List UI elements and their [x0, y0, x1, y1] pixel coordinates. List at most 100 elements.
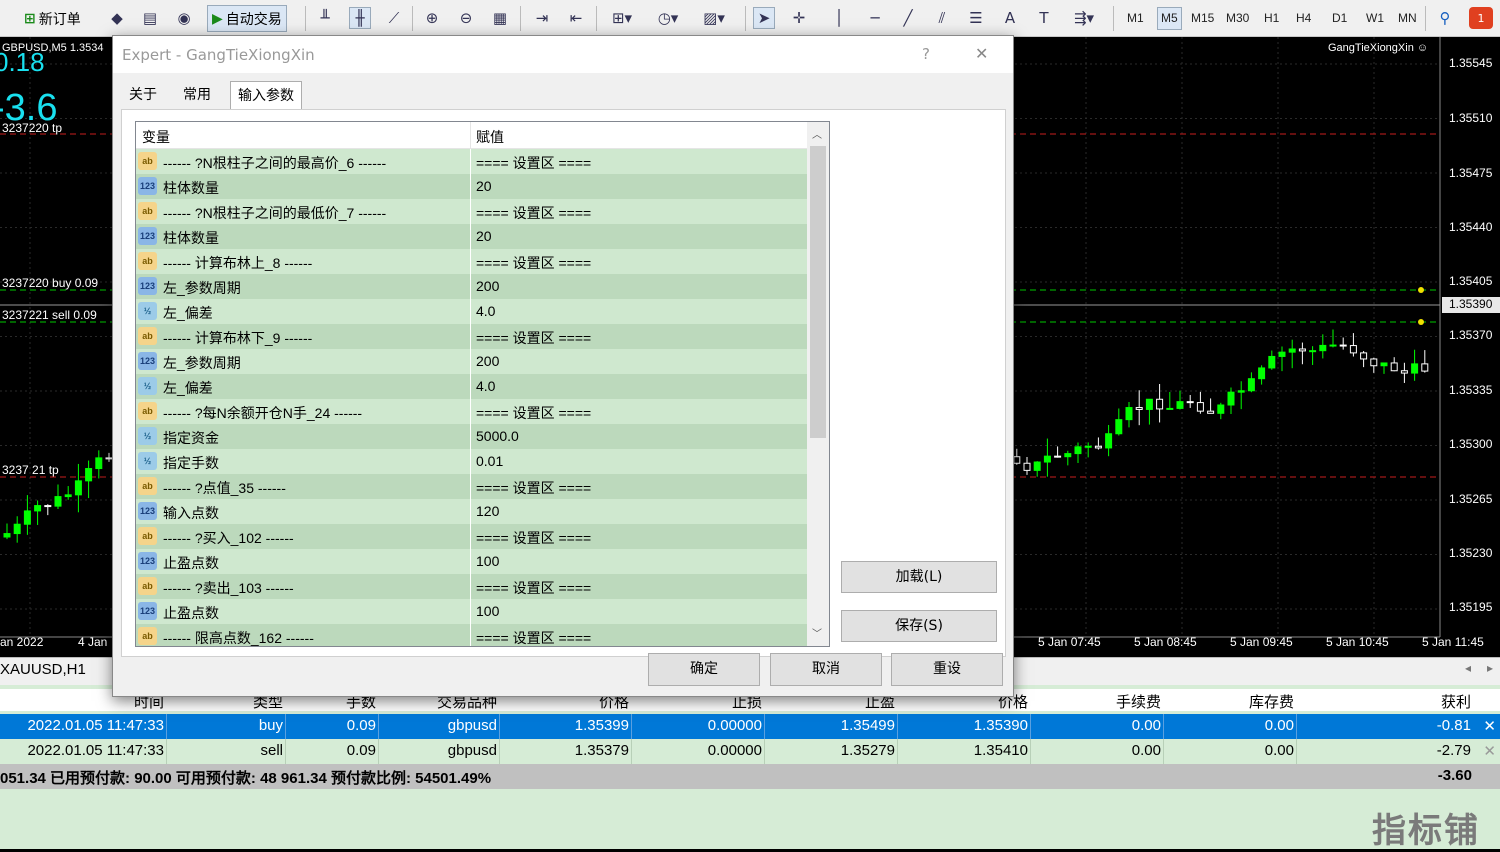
param-value[interactable]: ==== 设置区 ==== [476, 628, 591, 646]
timeframe-m5[interactable]: M5 [1157, 7, 1182, 30]
param-value[interactable]: 20 [476, 228, 492, 244]
grid-scrollbar[interactable]: ︿ ﹀ [807, 122, 829, 646]
col-header[interactable]: 手续费 [1116, 691, 1161, 712]
param-row[interactable]: 123 柱体数量 20 [136, 224, 807, 249]
param-row[interactable]: ab ------ 限高点数_162 ------ ==== 设置区 ==== [136, 624, 807, 646]
timeframe-h4[interactable]: H4 [1293, 11, 1314, 25]
tab-scroll-right-icon[interactable]: ▸ [1487, 661, 1493, 675]
param-value[interactable]: 20 [476, 178, 492, 194]
param-row[interactable]: ab ------ ?点值_35 ------ ==== 设置区 ==== [136, 474, 807, 499]
param-value[interactable]: ==== 设置区 ==== [476, 253, 591, 273]
param-row[interactable]: 123 柱体数量 20 [136, 174, 807, 199]
candlestick-icon[interactable]: ╫ [349, 7, 371, 29]
tab-scroll-left-icon[interactable]: ◂ [1465, 661, 1471, 675]
cancel-button[interactable]: 取消 [770, 653, 882, 686]
scroll-up-icon[interactable]: ︿ [812, 126, 822, 141]
param-row[interactable]: ab ------ 计算布林上_8 ------ ==== 设置区 ==== [136, 249, 807, 274]
param-row[interactable]: 123 止盈点数 100 [136, 599, 807, 624]
new-order-button[interactable]: ⊞ 新订单 [24, 5, 81, 32]
param-row[interactable]: ½ 指定资金 5000.0 [136, 424, 807, 449]
param-value[interactable]: ==== 设置区 ==== [476, 403, 591, 423]
chart-shift-icon[interactable]: ⇤ [565, 7, 587, 29]
shapes-icon[interactable]: ⇶▾ [1067, 7, 1101, 29]
timeframe-mn[interactable]: MN [1395, 11, 1420, 25]
scroll-down-icon[interactable]: ﹀ [812, 625, 822, 640]
position-row[interactable]: 2022.01.05 11:47:33 sell 0.09 gbpusd 1.35379… [0, 739, 1500, 764]
param-row[interactable]: ab ------ ?N根柱子之间的最高价_6 ------ ==== 设置区 ==… [136, 149, 807, 174]
help-button[interactable]: ? [922, 45, 930, 63]
timeframe-d1[interactable]: D1 [1329, 11, 1350, 25]
param-value[interactable]: 200 [476, 353, 499, 369]
param-value[interactable]: ==== 设置区 ==== [476, 578, 591, 598]
periods-icon[interactable]: ◷▾ [651, 7, 685, 29]
vertical-line-icon[interactable]: │ [828, 7, 850, 29]
position-row[interactable]: 2022.01.05 11:47:33 buy 0.09 gbpusd 1.35399 0… [0, 714, 1500, 739]
text-icon[interactable]: A [999, 7, 1021, 29]
timeframe-m1[interactable]: M1 [1124, 11, 1147, 25]
tile-windows-icon[interactable]: ▦ [489, 7, 511, 29]
equidistant-channel-icon[interactable]: ⫽ [931, 7, 953, 29]
trend-line-icon[interactable]: ╱ [897, 7, 919, 29]
param-row[interactable]: ½ 指定手数 0.01 [136, 449, 807, 474]
chart-tab-xauusd[interactable]: XAUUSD,H1 [0, 661, 86, 678]
param-value[interactable]: 0.01 [476, 453, 503, 469]
market-watch-icon[interactable]: ▤ [139, 7, 161, 29]
param-value[interactable]: 120 [476, 503, 499, 519]
param-value[interactable]: ==== 设置区 ==== [476, 478, 591, 498]
param-value[interactable]: 4.0 [476, 378, 495, 394]
timeframe-m15[interactable]: M15 [1188, 11, 1217, 25]
load-button[interactable]: 加载(L) [841, 561, 997, 593]
signals-icon[interactable]: ◉ [173, 7, 195, 29]
fibonacci-icon[interactable]: ☰ [965, 7, 987, 29]
timeframe-m30[interactable]: M30 [1223, 11, 1252, 25]
param-row[interactable]: 123 输入点数 120 [136, 499, 807, 524]
zoom-in-icon[interactable]: ⊕ [421, 7, 443, 29]
scroll-thumb[interactable] [810, 146, 826, 438]
param-row[interactable]: ab ------ ?买入_102 ------ ==== 设置区 ==== [136, 524, 807, 549]
search-icon[interactable]: ⚲ [1434, 7, 1456, 29]
param-value[interactable]: 100 [476, 553, 499, 569]
line-chart-icon[interactable]: ⟋ [383, 7, 405, 29]
close-position-icon[interactable]: ✕ [1483, 717, 1496, 735]
auto-trading-button[interactable]: ▶ 自动交易 [207, 5, 287, 32]
cursor-icon[interactable]: ➤ [753, 7, 775, 29]
reset-button[interactable]: 重设 [891, 653, 1003, 686]
param-value[interactable]: ==== 设置区 ==== [476, 328, 591, 348]
param-value[interactable]: ==== 设置区 ==== [476, 528, 591, 548]
param-value[interactable]: 5000.0 [476, 428, 519, 444]
ok-button[interactable]: 确定 [648, 653, 760, 686]
alerts-badge[interactable]: 1 [1469, 7, 1493, 29]
autoscroll-icon[interactable]: ⇥ [531, 7, 553, 29]
param-row[interactable]: ab ------ 计算布林下_9 ------ ==== 设置区 ==== [136, 324, 807, 349]
param-row[interactable]: 123 左_参数周期 200 [136, 349, 807, 374]
close-icon[interactable]: ✕ [975, 44, 988, 63]
tab-common[interactable]: 常用 [176, 81, 218, 109]
col-header[interactable]: 获利 [1441, 691, 1471, 712]
param-value[interactable]: 4.0 [476, 303, 495, 319]
param-row[interactable]: ab ------ ?每N余额开仓N手_24 ------ ==== 设置区 ===… [136, 399, 807, 424]
param-value[interactable]: 100 [476, 603, 499, 619]
zoom-out-icon[interactable]: ⊖ [455, 7, 477, 29]
param-row[interactable]: ½ 左_偏差 4.0 [136, 374, 807, 399]
timeframe-w1[interactable]: W1 [1363, 11, 1387, 25]
param-value[interactable]: ==== 设置区 ==== [476, 153, 591, 173]
param-row[interactable]: ab ------ ?卖出_103 ------ ==== 设置区 ==== [136, 574, 807, 599]
save-button[interactable]: 保存(S) [841, 610, 997, 642]
param-row[interactable]: 123 止盈点数 100 [136, 549, 807, 574]
crosshair-icon[interactable]: ✛ [788, 7, 810, 29]
bar-chart-icon[interactable]: ╨ [314, 7, 336, 29]
close-position-icon[interactable]: ✕ [1483, 742, 1496, 760]
col-header[interactable]: 库存费 [1249, 691, 1294, 712]
timeframe-h1[interactable]: H1 [1261, 11, 1282, 25]
param-row[interactable]: ab ------ ?N根柱子之间的最低价_7 ------ ==== 设置区 ==… [136, 199, 807, 224]
tab-inputs[interactable]: 输入参数 [230, 81, 302, 111]
param-row[interactable]: ½ 左_偏差 4.0 [136, 299, 807, 324]
templates-icon[interactable]: ▨▾ [697, 7, 731, 29]
text-label-icon[interactable]: T [1033, 7, 1055, 29]
param-value[interactable]: 200 [476, 278, 499, 294]
param-row[interactable]: 123 左_参数周期 200 [136, 274, 807, 299]
horizontal-line-icon[interactable]: ─ [864, 7, 886, 29]
meta-editor-icon[interactable]: ◆ [106, 7, 128, 29]
tab-about[interactable]: 关于 [122, 81, 164, 109]
indicators-icon[interactable]: ⊞▾ [605, 7, 639, 29]
